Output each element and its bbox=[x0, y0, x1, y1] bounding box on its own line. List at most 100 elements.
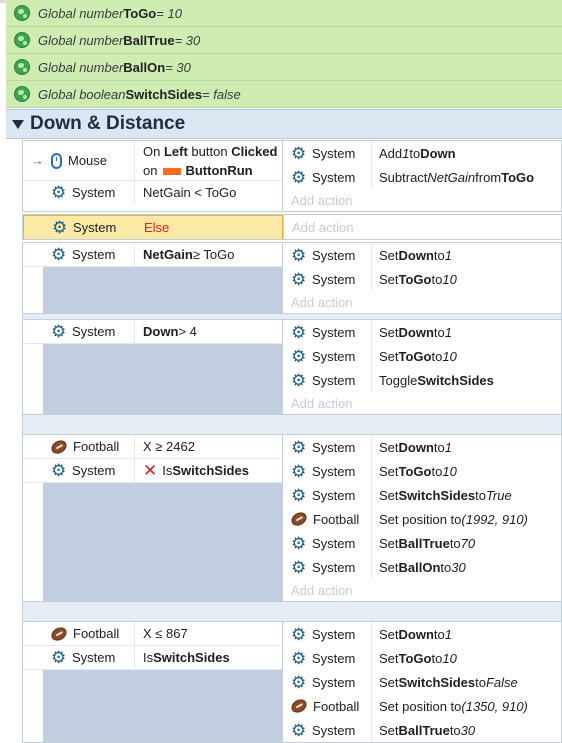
var-type: Global boolean bbox=[38, 86, 126, 102]
condition-row[interactable]: → Mouse On Left button Clicked on ButtonR… bbox=[23, 141, 282, 181]
condition-row[interactable]: ⚙ System ✕ Is SwitchSides bbox=[23, 459, 282, 483]
action-row[interactable]: ⚙ System Set SwitchSides to True bbox=[283, 483, 561, 507]
gear-icon: ⚙ bbox=[51, 461, 67, 480]
event-list: → Mouse On Left button Clicked on ButtonR… bbox=[22, 140, 562, 743]
mouse-icon bbox=[51, 152, 62, 169]
football-icon bbox=[289, 509, 309, 529]
action-row[interactable]: ⚙ System Set ToGo to 10 bbox=[283, 459, 561, 483]
add-action-link[interactable]: Add action bbox=[284, 215, 561, 239]
action-row[interactable]: ⚙ System Set BallOn to 30 bbox=[283, 555, 561, 579]
globe-icon bbox=[14, 5, 30, 21]
gear-icon: ⚙ bbox=[291, 322, 307, 342]
action-row[interactable]: ⚙ System Toggle SwitchSides bbox=[283, 368, 561, 392]
event-row[interactable]: ⚙ System Down > 4 ⚙ System Set Down to 1 ⚙… bbox=[22, 319, 562, 415]
condition-row-selected[interactable]: ⚙ System Else bbox=[23, 215, 283, 239]
football-icon bbox=[49, 437, 69, 456]
object-name: System bbox=[72, 184, 116, 200]
gear-icon: ⚙ bbox=[291, 370, 307, 390]
gear-icon: ⚙ bbox=[291, 672, 307, 692]
gear-icon: ⚙ bbox=[51, 182, 67, 202]
add-action-link[interactable]: Add action bbox=[283, 189, 561, 211]
action-row[interactable]: ⚙ System Set SwitchSides to False bbox=[283, 670, 561, 694]
gear-icon: ⚙ bbox=[291, 648, 307, 668]
gear-icon: ⚙ bbox=[51, 245, 67, 264]
action-row[interactable]: ⚙ System Set Down to 1 bbox=[283, 435, 561, 459]
gear-icon: ⚙ bbox=[291, 720, 307, 740]
gear-icon: ⚙ bbox=[291, 167, 307, 187]
action-row[interactable]: ⚙ System Subtract NetGain from ToGo bbox=[283, 165, 561, 189]
action-row[interactable]: Football Set position to (1992, 910) bbox=[283, 507, 561, 531]
var-name: SwitchSides bbox=[125, 86, 203, 102]
button-object-icon bbox=[163, 167, 182, 175]
condition-text: X ≤ 867 bbox=[143, 626, 188, 641]
condition-text: X ≥ 2462 bbox=[143, 439, 195, 454]
global-var-switchsides[interactable]: Global boolean SwitchSides = false bbox=[6, 81, 562, 108]
football-icon bbox=[289, 696, 309, 716]
add-action-link[interactable]: Add action bbox=[283, 579, 561, 601]
add-action-link[interactable]: Add action bbox=[283, 291, 561, 313]
event-row-else[interactable]: ⚙ System Else Add action bbox=[22, 214, 562, 240]
action-row[interactable]: Football Set position to (1350, 910) bbox=[283, 694, 561, 718]
event-row[interactable]: ⚙ System NetGain ≥ ToGo ⚙ System Set Down … bbox=[22, 242, 562, 314]
event-row[interactable]: → Mouse On Left button Clicked on ButtonR… bbox=[22, 140, 562, 212]
gear-icon: ⚙ bbox=[291, 485, 307, 505]
global-variables: Global number ToGo = 10 Global number Ba… bbox=[6, 0, 562, 108]
gear-icon: ⚙ bbox=[291, 437, 307, 457]
gear-icon: ⚙ bbox=[291, 533, 307, 553]
action-row[interactable]: ⚙ System Set ToGo to 10 bbox=[283, 267, 561, 291]
group-title: Down & Distance bbox=[30, 113, 186, 134]
condition-row[interactable]: Football X ≤ 867 bbox=[23, 622, 282, 646]
global-var-ballon[interactable]: Global number BallOn = 30 bbox=[6, 54, 562, 81]
action-row[interactable]: ⚙ System Set Down to 1 bbox=[283, 622, 561, 646]
condition-area-empty bbox=[43, 483, 282, 601]
action-row[interactable]: ⚙ System Set BallTrue to 30 bbox=[283, 718, 561, 742]
group-header-down-distance[interactable]: Down & Distance bbox=[6, 109, 562, 139]
condition-text: NetGain < ToGo bbox=[143, 184, 237, 200]
condition-area-empty bbox=[43, 670, 282, 742]
gear-icon: ⚙ bbox=[291, 143, 307, 163]
condition-area-empty bbox=[43, 344, 282, 414]
gear-icon: ⚙ bbox=[51, 648, 67, 667]
add-action-link[interactable]: Add action bbox=[283, 392, 561, 414]
condition-row[interactable]: ⚙ System Down > 4 bbox=[23, 320, 282, 344]
gear-icon: ⚙ bbox=[51, 322, 67, 341]
object-name: Mouse bbox=[68, 153, 108, 168]
action-row[interactable]: ⚙ System Set Down to 1 bbox=[283, 243, 561, 267]
condition-area-empty bbox=[43, 267, 282, 313]
condition-row[interactable]: Football X ≥ 2462 bbox=[23, 435, 282, 459]
collapse-triangle-icon[interactable] bbox=[12, 119, 24, 129]
condition-row[interactable]: ⚙ System NetGain < ToGo bbox=[23, 181, 282, 203]
action-row[interactable]: ⚙ System Set ToGo to 10 bbox=[283, 646, 561, 670]
condition-row[interactable]: ⚙ System NetGain ≥ ToGo bbox=[23, 243, 282, 267]
global-var-balltrue[interactable]: Global number BallTrue = 30 bbox=[6, 27, 562, 54]
var-type: Global number bbox=[38, 59, 124, 75]
invert-x-icon: ✕ bbox=[143, 460, 158, 480]
gear-icon: ⚙ bbox=[291, 346, 307, 366]
action-row[interactable]: ⚙ System Set BallTrue to 70 bbox=[283, 531, 561, 555]
var-name: BallTrue bbox=[123, 32, 175, 48]
var-name: ToGo bbox=[123, 5, 157, 21]
event-row[interactable]: Football X ≤ 867 ⚙ System Is SwitchSides … bbox=[22, 621, 562, 743]
var-type: Global number bbox=[38, 32, 124, 48]
globe-icon bbox=[14, 86, 30, 102]
condition-text: Else bbox=[136, 216, 282, 239]
gear-icon: ⚙ bbox=[291, 624, 307, 644]
event-row[interactable]: Football X ≥ 2462 ⚙ System ✕ Is SwitchSide… bbox=[22, 434, 562, 602]
condition-row[interactable]: ⚙ System Is SwitchSides bbox=[23, 646, 282, 670]
action-row[interactable]: ⚙ System Set ToGo to 10 bbox=[283, 344, 561, 368]
var-value: = 30 bbox=[174, 32, 201, 48]
action-row[interactable]: ⚙ System Add 1 to Down bbox=[283, 141, 561, 165]
gear-icon: ⚙ bbox=[52, 218, 68, 237]
gear-icon: ⚙ bbox=[291, 245, 307, 265]
var-value: = 30 bbox=[165, 59, 191, 75]
var-type: Global number bbox=[38, 5, 124, 21]
football-icon bbox=[49, 624, 69, 643]
gear-icon: ⚙ bbox=[291, 557, 307, 577]
gear-icon: ⚙ bbox=[291, 269, 307, 289]
gear-icon: ⚙ bbox=[291, 461, 307, 481]
globe-icon bbox=[14, 59, 30, 75]
action-row[interactable]: ⚙ System Set Down to 1 bbox=[283, 320, 561, 344]
global-var-togo[interactable]: Global number ToGo = 10 bbox=[6, 0, 562, 27]
var-value: = false bbox=[202, 86, 241, 102]
trigger-arrow-icon: → bbox=[31, 153, 44, 168]
